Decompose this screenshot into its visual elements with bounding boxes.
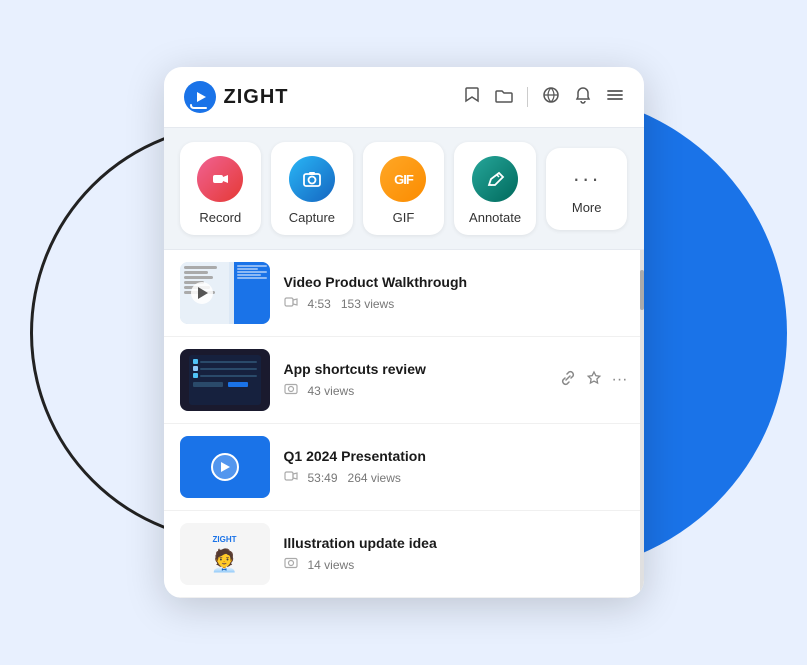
item-title: Video Product Walkthrough (284, 274, 628, 290)
capture-icon (289, 156, 335, 202)
header: ZIGHT (164, 67, 644, 128)
item-views: 43 views (308, 384, 355, 398)
thumb-figure: 🧑‍💼 (211, 548, 238, 574)
scrollbar-track[interactable] (640, 250, 644, 598)
annotate-icon (472, 156, 518, 202)
list-item[interactable]: App shortcuts review 43 views (164, 337, 644, 424)
more-dots-icon: ··· (573, 166, 601, 192)
list-item[interactable]: Q1 2024 Presentation 53:49 264 views (164, 424, 644, 511)
thumbnail (180, 349, 270, 411)
annotate-button[interactable]: Annotate (454, 142, 536, 235)
bell-icon[interactable] (574, 86, 592, 109)
item-views: 153 views (341, 297, 394, 311)
header-icons (463, 86, 624, 109)
header-divider (527, 87, 528, 107)
scrollbar-thumb[interactable] (640, 270, 644, 310)
item-meta: 14 views (284, 556, 628, 573)
item-title: Q1 2024 Presentation (284, 448, 628, 464)
thumbnail (180, 436, 270, 498)
item-duration: 4:53 (308, 297, 331, 311)
gif-button[interactable]: GIF GIF (363, 142, 445, 235)
item-title: App shortcuts review (284, 361, 546, 377)
item-title: Illustration update idea (284, 535, 628, 551)
logo-area: ZIGHT (184, 81, 289, 113)
record-icon (197, 156, 243, 202)
zight-logo-icon (184, 81, 216, 113)
gif-label: GIF (393, 210, 415, 225)
video-type-icon (284, 295, 298, 312)
capture-label: Capture (289, 210, 335, 225)
folder-icon[interactable] (495, 86, 513, 109)
gif-icon: GIF (380, 156, 426, 202)
annotate-label: Annotate (469, 210, 521, 225)
more-button[interactable]: ··· More (546, 148, 628, 230)
item-info: Q1 2024 Presentation 53:49 264 views (284, 448, 628, 486)
item-info: App shortcuts review 43 views (284, 361, 546, 399)
capture-type-icon (284, 382, 298, 399)
item-meta: 53:49 264 views (284, 469, 628, 486)
video-type-icon (284, 469, 298, 486)
item-info: Illustration update idea 14 views (284, 535, 628, 573)
more-options-icon[interactable]: ··· (612, 371, 628, 389)
bookmark-icon[interactable] (463, 86, 481, 109)
record-label: Record (199, 210, 241, 225)
content-list: Video Product Walkthrough 4:53 153 views (164, 249, 644, 598)
record-button[interactable]: Record (180, 142, 262, 235)
thumbnail (180, 262, 270, 324)
menu-icon[interactable] (606, 86, 624, 109)
item-views: 264 views (348, 471, 401, 485)
thumbnail: ZIGHT 🧑‍💼 (180, 523, 270, 585)
star-icon[interactable] (586, 370, 602, 391)
item-views: 14 views (308, 558, 355, 572)
item-actions: ··· (560, 370, 628, 391)
thumb-logo: ZIGHT (213, 535, 237, 544)
app-name: ZIGHT (224, 86, 289, 109)
list-item[interactable]: ZIGHT 🧑‍💼 Illustration update idea 14 vi… (164, 511, 644, 598)
link-icon[interactable] (560, 370, 576, 391)
list-item[interactable]: Video Product Walkthrough 4:53 153 views (164, 250, 644, 337)
item-meta: 4:53 153 views (284, 295, 628, 312)
capture-button[interactable]: Capture (271, 142, 353, 235)
capture-type-icon2 (284, 556, 298, 573)
item-info: Video Product Walkthrough 4:53 153 views (284, 274, 628, 312)
more-label: More (572, 200, 602, 215)
item-meta: 43 views (284, 382, 546, 399)
globe-icon[interactable] (542, 86, 560, 109)
toolbar: Record Capture GIF GIF (164, 128, 644, 249)
item-duration: 53:49 (308, 471, 338, 485)
app-window: ZIGHT (164, 67, 644, 598)
